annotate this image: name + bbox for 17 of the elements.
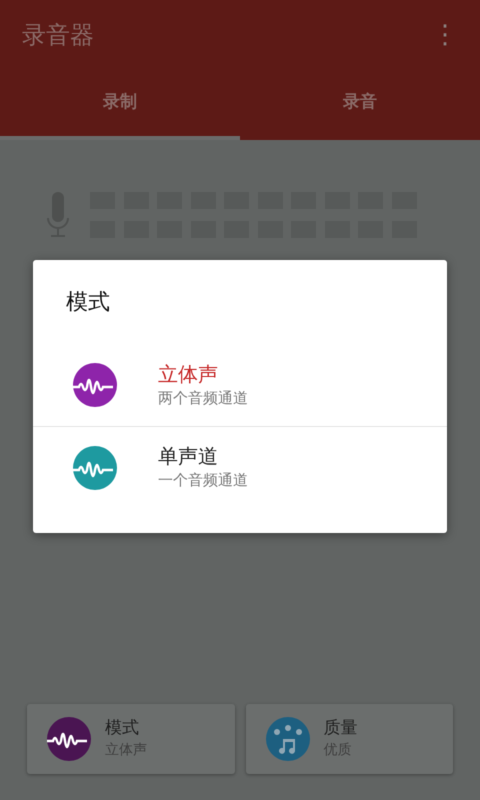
waveform-icon	[73, 363, 117, 407]
dialog-title: 模式	[65, 289, 111, 317]
waveform-icon	[73, 446, 117, 490]
option-description: 一个音频通道	[158, 470, 248, 492]
option-label: 立体声	[158, 360, 219, 387]
waveform-icon	[47, 717, 91, 761]
setting-label: 质量	[324, 717, 358, 740]
mode-option[interactable]: 单声道 一个音频通道	[33, 426, 447, 508]
tab[interactable]: 录音	[240, 70, 480, 140]
stars-music-note-icon	[266, 717, 310, 761]
menu-button[interactable]: ⋮	[428, 22, 462, 48]
option-description: 两个音频通道	[158, 388, 248, 409]
app-title: 录音器	[22, 20, 94, 51]
option-label: 单声道	[158, 443, 219, 470]
mode-option[interactable]: 立体声 两个音频通道	[33, 344, 447, 426]
tab[interactable]: 录制	[0, 70, 240, 140]
setting-label: 模式	[105, 717, 140, 740]
